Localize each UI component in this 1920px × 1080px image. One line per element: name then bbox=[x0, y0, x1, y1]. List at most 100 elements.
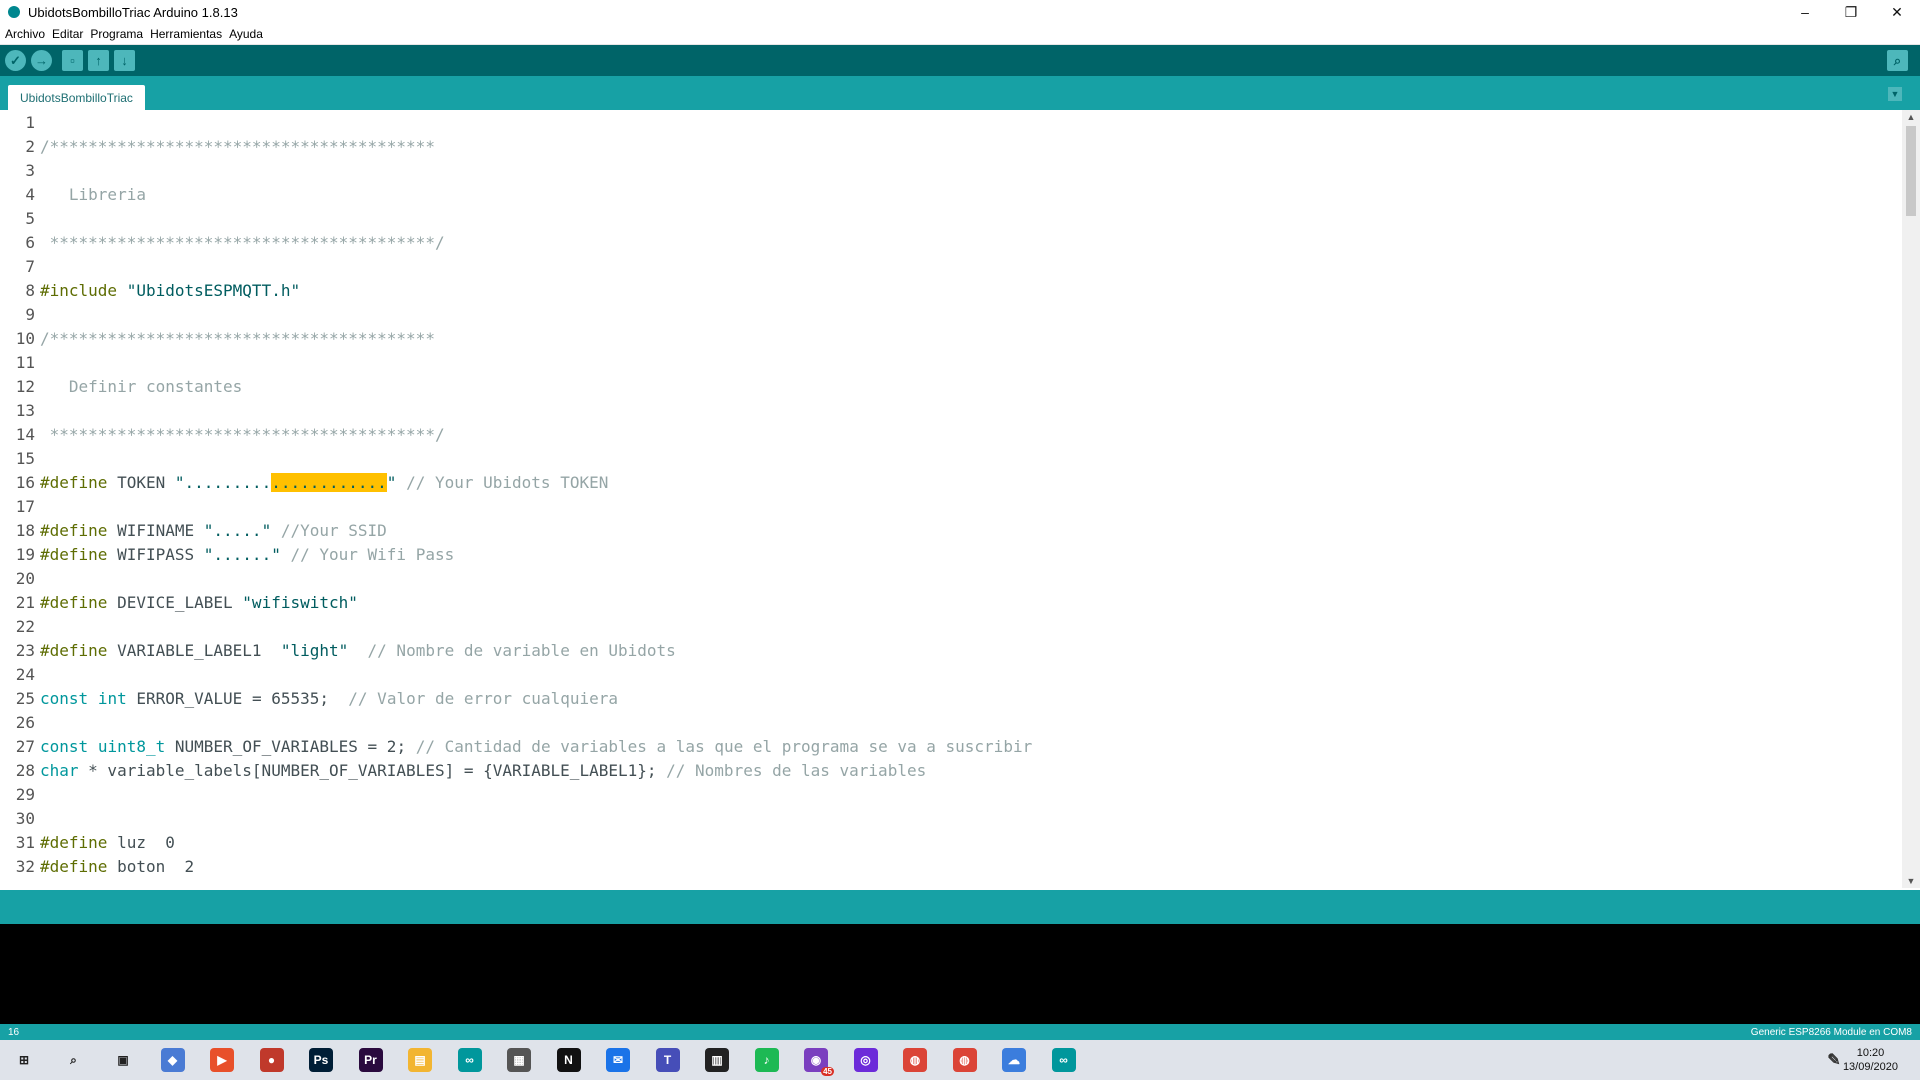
open-icon[interactable]: ↑ bbox=[88, 50, 109, 71]
restore-button[interactable]: ❐ bbox=[1828, 0, 1874, 24]
chrome-icon[interactable]: ◍ bbox=[903, 1048, 927, 1072]
line-number: 28 bbox=[15, 760, 35, 780]
arduino-app-icon bbox=[8, 6, 20, 18]
code-line[interactable]: 6 **************************************… bbox=[0, 230, 444, 254]
code-line[interactable]: 13 bbox=[0, 398, 40, 422]
code-token: "light" bbox=[280, 640, 349, 660]
pen-icon[interactable]: ✎ bbox=[1822, 1048, 1846, 1072]
chrome-icon[interactable]: ◍ bbox=[952, 1048, 977, 1072]
code-line[interactable]: 22 bbox=[0, 614, 40, 638]
code-line[interactable]: 19 #define WIFIPASS "......" // Your Wifi… bbox=[0, 542, 454, 566]
code-line[interactable]: 21 #define DEVICE_LABEL "wifiswitch" bbox=[0, 590, 358, 614]
app-icon[interactable]: ● bbox=[259, 1048, 284, 1072]
code-token: /***************************************… bbox=[40, 136, 435, 156]
new-icon[interactable]: ▫ bbox=[62, 50, 83, 71]
code-line[interactable]: 26 bbox=[0, 710, 40, 734]
line-number: 7 bbox=[25, 256, 35, 276]
code-line[interactable]: 27 const uint8_t NUMBER_OF_VARIABLES = 2;… bbox=[0, 734, 1032, 758]
code-line[interactable]: 12 Definir constantes bbox=[0, 374, 243, 398]
code-line[interactable]: 14 *************************************… bbox=[0, 422, 445, 446]
code-line[interactable]: 15 bbox=[0, 446, 40, 470]
code-token: NUMBER_OF_VARIABLES = 2; bbox=[165, 736, 407, 756]
verify-icon[interactable]: ✓ bbox=[5, 50, 26, 71]
netflix-icon[interactable]: N bbox=[556, 1048, 581, 1072]
code-line[interactable]: 3 bbox=[0, 158, 40, 182]
code-token: "......... bbox=[174, 472, 272, 492]
arduino-icon[interactable]: ∞ bbox=[457, 1048, 482, 1072]
scroll-down-icon[interactable]: ▼ bbox=[1902, 874, 1920, 888]
code-line[interactable]: 1 bbox=[0, 110, 40, 134]
code-token: uint8_t bbox=[97, 736, 166, 756]
code-token: VARIABLE_LABEL1 bbox=[107, 640, 281, 660]
arduino-icon[interactable]: ∞ bbox=[1051, 1048, 1076, 1072]
code-token: // Nombre de variable en Ubidots bbox=[348, 640, 676, 660]
code-line[interactable]: 10/*************************************… bbox=[0, 326, 435, 350]
photoshop-icon[interactable]: Ps bbox=[309, 1048, 333, 1072]
code-token: boton 2 bbox=[107, 856, 195, 876]
spotify-icon[interactable]: ♪ bbox=[754, 1048, 779, 1072]
windows-taskbar: 10:20 13/09/2020 ✎ ⊞ ⌕ ▣ ◆ ▶ ● Ps Pr ▤ ∞ ▦ N ✉ T ▥ ♪ ◉ 45… bbox=[0, 1040, 1920, 1080]
code-line[interactable]: 29 bbox=[0, 782, 40, 806]
code-line[interactable]: 16 #define TOKEN "..................... " … bbox=[0, 470, 608, 494]
scroll-up-icon[interactable]: ▲ bbox=[1902, 110, 1920, 124]
code-line[interactable]: 8 #include "UbidotsESPMQTT.h" bbox=[0, 278, 300, 302]
app-icon[interactable]: ☁ bbox=[1002, 1048, 1026, 1072]
premiere-icon[interactable]: Pr bbox=[358, 1048, 383, 1072]
app-icon[interactable]: ▥ bbox=[705, 1048, 729, 1072]
menu-programa[interactable]: Programa bbox=[90, 27, 143, 41]
code-line[interactable]: 18 #define WIFINAME "....." //Your SSID bbox=[0, 518, 387, 542]
menu-editar[interactable]: Editar bbox=[52, 27, 83, 41]
menu-ayuda[interactable]: Ayuda bbox=[229, 27, 263, 41]
file-explorer-icon[interactable]: ▤ bbox=[408, 1048, 432, 1072]
tab-ubidotsbombillotriac[interactable]: UbidotsBombilloTriac bbox=[8, 85, 145, 110]
store-icon[interactable]: ▦ bbox=[507, 1048, 531, 1072]
minimize-button[interactable]: – bbox=[1782, 0, 1828, 24]
line-number: 1 bbox=[25, 112, 35, 132]
teams-icon[interactable]: T bbox=[655, 1048, 680, 1072]
menu-archivo[interactable]: Archivo bbox=[5, 27, 45, 41]
code-editor[interactable]: 1 2/*************************************… bbox=[0, 110, 1902, 888]
code-line[interactable]: 30 bbox=[0, 806, 40, 830]
windows-start-icon[interactable]: ⊞ bbox=[12, 1048, 36, 1072]
scroll-thumb[interactable] bbox=[1906, 126, 1916, 216]
code-line[interactable]: 28 char * variable_labels[NUMBER_OF_VARIA… bbox=[0, 758, 926, 782]
task-view-icon[interactable]: ▣ bbox=[111, 1048, 135, 1072]
line-number: 21 bbox=[15, 592, 35, 612]
upload-icon[interactable]: → bbox=[31, 50, 52, 71]
code-line[interactable]: 7 bbox=[0, 254, 40, 278]
menu-herramientas[interactable]: Herramientas bbox=[150, 27, 222, 41]
code-line[interactable]: 31 #define luz 0 bbox=[0, 830, 175, 854]
line-number: 5 bbox=[25, 208, 35, 228]
app-icon[interactable]: ◆ bbox=[160, 1048, 185, 1072]
code-token: // Cantidad de variables a las que el pr… bbox=[406, 736, 1033, 756]
code-line[interactable]: 2/**************************************… bbox=[0, 134, 435, 158]
app-icon[interactable]: ◎ bbox=[853, 1048, 878, 1072]
search-icon[interactable]: ⌕ bbox=[62, 1048, 86, 1072]
editor-scrollbar[interactable]: ▲ ▼ bbox=[1902, 110, 1920, 888]
code-line[interactable]: 32 #define boton 2 bbox=[0, 854, 194, 878]
code-token: // Nombres de las variables bbox=[656, 760, 927, 780]
code-line[interactable]: 23 #define VARIABLE_LABEL1 "light" // Nom… bbox=[0, 638, 676, 662]
code-token: char bbox=[40, 760, 79, 780]
code-line[interactable]: 25 const int ERROR_VALUE = 65535; // Valo… bbox=[0, 686, 618, 710]
code-line[interactable]: 4 Libreria bbox=[0, 182, 146, 206]
code-line[interactable]: 20 bbox=[0, 566, 40, 590]
code-token: ****************************************… bbox=[40, 424, 445, 444]
system-clock[interactable]: 10:20 13/09/2020 bbox=[1843, 1046, 1898, 1074]
code-line[interactable]: 5 bbox=[0, 206, 40, 230]
tab-menu-icon[interactable]: ▼ bbox=[1888, 87, 1902, 101]
save-icon[interactable]: ↓ bbox=[114, 50, 135, 71]
app-icon[interactable]: ▶ bbox=[210, 1048, 234, 1072]
line-number: 26 bbox=[15, 712, 35, 732]
serial-monitor-icon[interactable]: ⌕ bbox=[1887, 50, 1908, 71]
code-line[interactable]: 11 bbox=[0, 350, 40, 374]
code-line[interactable]: 9 bbox=[0, 302, 40, 326]
code-line[interactable]: 17 bbox=[0, 494, 40, 518]
mail-icon[interactable]: ✉ bbox=[606, 1048, 630, 1072]
code-token: "wifiswitch" bbox=[242, 592, 358, 612]
app-icon[interactable]: ◉ 45 bbox=[804, 1048, 834, 1076]
code-line[interactable]: 24 bbox=[0, 662, 40, 686]
close-button[interactable]: ✕ bbox=[1874, 0, 1920, 24]
code-token: WIFINAME bbox=[107, 520, 204, 540]
